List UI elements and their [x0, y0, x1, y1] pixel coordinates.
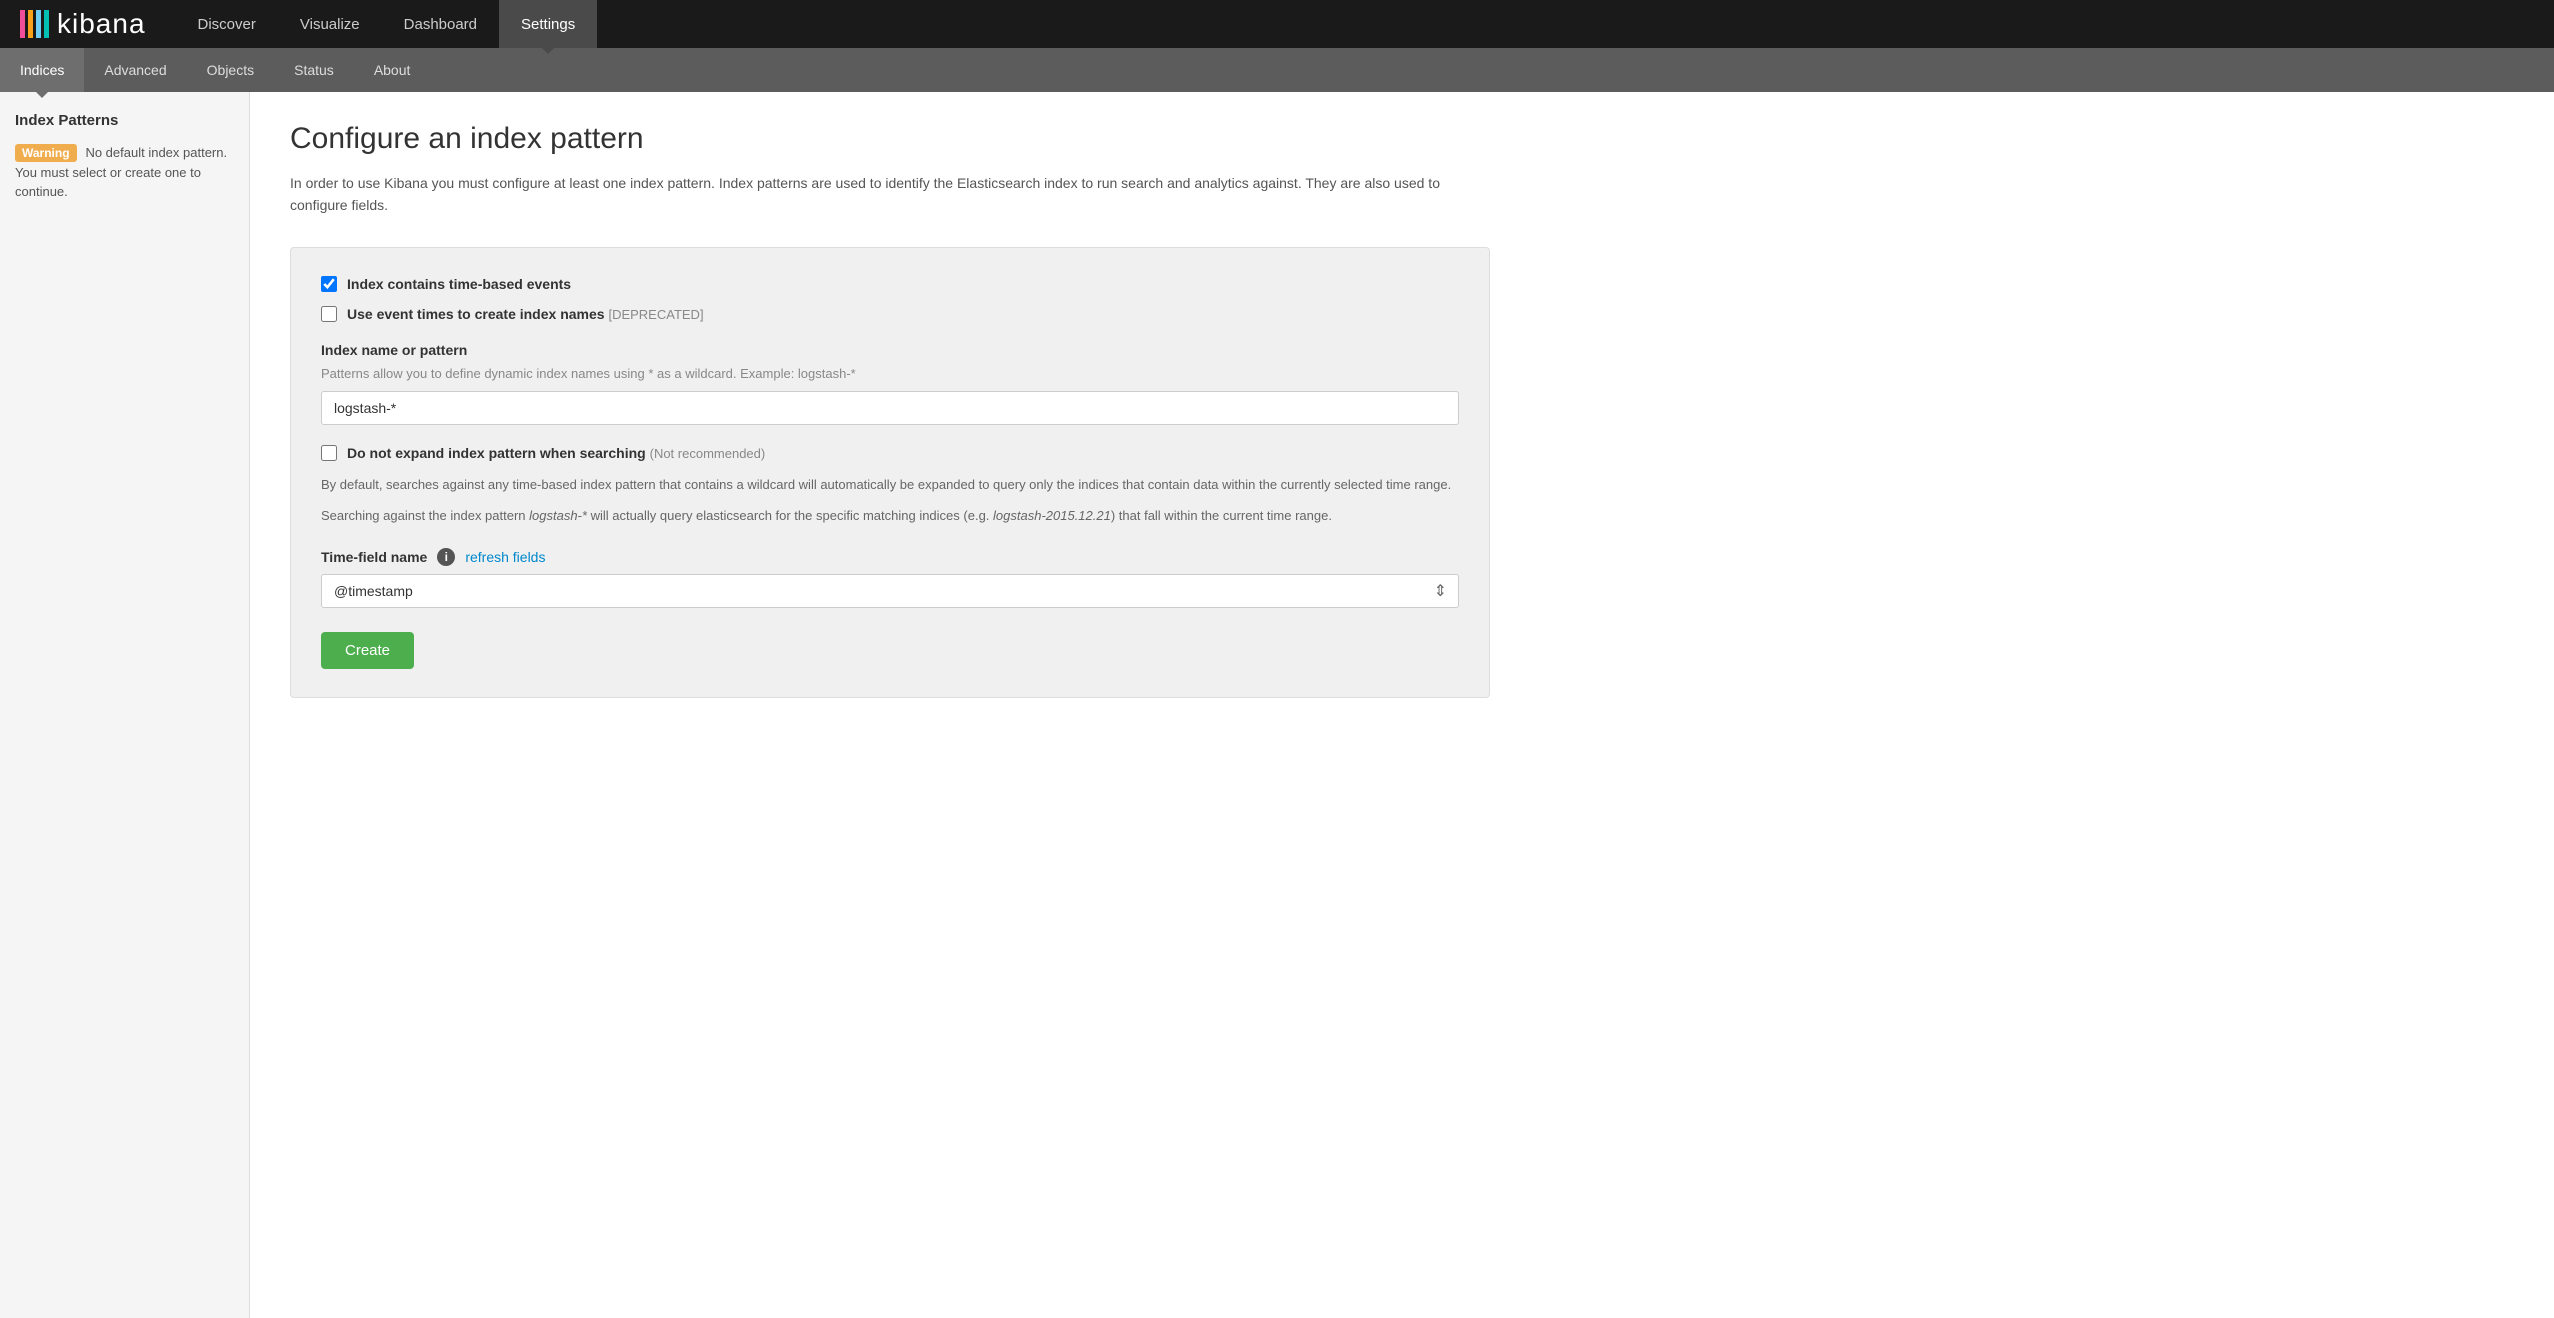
- sub-navigation: Indices Advanced Objects Status About: [0, 48, 2554, 92]
- expand-desc-2-italic2: logstash-2015.12.21: [993, 508, 1111, 523]
- logo-bar-4: [44, 10, 49, 38]
- logo-text: kibana: [57, 8, 146, 40]
- logo-bar-1: [20, 10, 25, 38]
- logo: kibana: [0, 0, 166, 48]
- deprecated-badge: [DEPRECATED]: [608, 307, 703, 322]
- main-content: Configure an index pattern In order to u…: [250, 92, 2554, 1318]
- time-field-header: Time-field name i refresh fields: [321, 548, 1459, 566]
- sub-nav-item-objects[interactable]: Objects: [187, 48, 274, 92]
- expand-desc-2-suffix: ) that fall within the current time rang…: [1111, 508, 1332, 523]
- index-pattern-form: Index contains time-based events Use eve…: [290, 247, 1490, 699]
- time-based-checkbox-label[interactable]: Index contains time-based events: [347, 276, 571, 292]
- nav-item-dashboard[interactable]: Dashboard: [382, 0, 499, 48]
- event-times-checkbox[interactable]: [321, 306, 337, 322]
- page-title: Configure an index pattern: [290, 122, 2514, 156]
- no-expand-checkbox[interactable]: [321, 445, 337, 461]
- logo-bar-2: [28, 10, 33, 38]
- sidebar: Index Patterns Warning No default index …: [0, 92, 250, 1318]
- index-name-section: Index name or pattern Patterns allow you…: [321, 342, 1459, 425]
- main-nav-items: Discover Visualize Dashboard Settings: [176, 0, 598, 48]
- warning-container: Warning No default index pattern. You mu…: [15, 143, 234, 202]
- nav-item-discover[interactable]: Discover: [176, 0, 278, 48]
- no-expand-checkbox-label[interactable]: Do not expand index pattern when searchi…: [347, 445, 765, 461]
- create-button[interactable]: Create: [321, 632, 414, 669]
- logo-bars: [20, 10, 49, 38]
- event-times-checkbox-row: Use event times to create index names [D…: [321, 306, 1459, 322]
- index-name-input[interactable]: [321, 391, 1459, 425]
- event-times-checkbox-label[interactable]: Use event times to create index names [D…: [347, 306, 704, 322]
- expand-desc-2-prefix: Searching against the index pattern: [321, 508, 529, 523]
- sub-nav-item-advanced[interactable]: Advanced: [84, 48, 186, 92]
- time-based-checkbox-row: Index contains time-based events: [321, 276, 1459, 292]
- sidebar-title: Index Patterns: [15, 112, 234, 129]
- expand-desc-2-middle: will actually query elasticsearch for th…: [587, 508, 993, 523]
- page-description: In order to use Kibana you must configur…: [290, 172, 1490, 217]
- time-field-select-wrapper: @timestamp ⇕: [321, 574, 1459, 608]
- main-layout: Index Patterns Warning No default index …: [0, 92, 2554, 1318]
- warning-badge: Warning: [15, 144, 77, 162]
- nav-item-settings[interactable]: Settings: [499, 0, 597, 48]
- expand-desc-1: By default, searches against any time-ba…: [321, 475, 1459, 496]
- nav-item-visualize[interactable]: Visualize: [278, 0, 382, 48]
- index-name-label: Index name or pattern: [321, 342, 1459, 358]
- refresh-fields-link[interactable]: refresh fields: [465, 549, 545, 565]
- expand-desc-2: Searching against the index pattern logs…: [321, 506, 1459, 527]
- time-based-checkbox[interactable]: [321, 276, 337, 292]
- no-expand-note: (Not recommended): [650, 446, 766, 461]
- sub-nav-item-about[interactable]: About: [354, 48, 431, 92]
- sub-nav-item-status[interactable]: Status: [274, 48, 354, 92]
- top-navigation: kibana Discover Visualize Dashboard Sett…: [0, 0, 2554, 48]
- index-name-hint: Patterns allow you to define dynamic ind…: [321, 366, 1459, 381]
- expand-desc-2-italic1: logstash-*: [529, 508, 587, 523]
- no-expand-checkbox-row: Do not expand index pattern when searchi…: [321, 445, 1459, 461]
- sub-nav-item-indices[interactable]: Indices: [0, 48, 84, 92]
- logo-bar-3: [36, 10, 41, 38]
- info-icon[interactable]: i: [437, 548, 455, 566]
- time-field-select[interactable]: @timestamp: [321, 574, 1459, 608]
- time-field-label: Time-field name: [321, 549, 427, 565]
